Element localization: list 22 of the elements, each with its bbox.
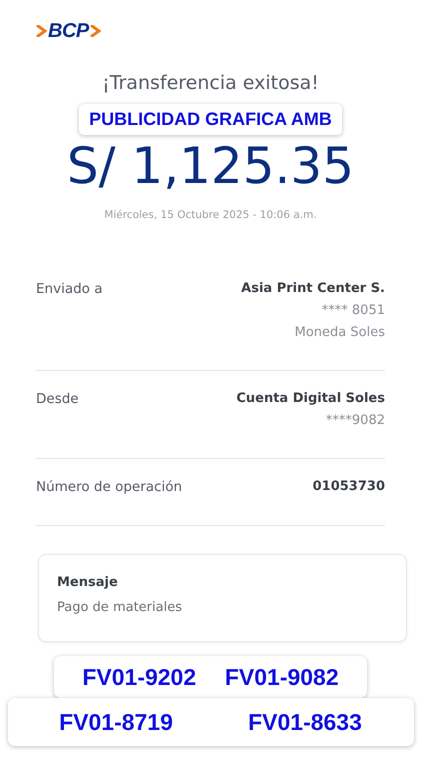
message-title: Mensaje <box>57 575 119 590</box>
invoice-number: FV01-9082 <box>224 664 339 690</box>
detail-label: Enviado a <box>36 281 102 299</box>
bank-logo: BCP <box>48 20 89 42</box>
overlay-label: PUBLICIDAD GRAFICA AMB <box>79 104 342 135</box>
chevron-icon <box>36 25 47 37</box>
chevron-icon <box>90 25 101 37</box>
detail-extra: **** 8051 <box>322 303 385 318</box>
invoice-number: FV01-9202 <box>82 664 196 690</box>
success-title: ¡Transferencia exitosa! <box>101 72 320 94</box>
detail-value: 01053730 <box>312 479 385 494</box>
amount: S/ 1,125.35 <box>66 136 356 197</box>
detail-extra: ****9082 <box>326 413 385 428</box>
detail-label: Desde <box>36 391 79 409</box>
detail-value: Cuenta Digital Soles <box>236 391 385 406</box>
message-text: Pago de materiales <box>57 600 183 615</box>
invoice-number: FV01-8719 <box>59 708 173 736</box>
detail-extra: Moneda Soles <box>294 325 385 340</box>
transfer-date: Miércoles, 15 Octubre 2025 - 10:06 a.m. <box>103 209 318 221</box>
detail-label: Número de operación <box>36 479 182 495</box>
detail-value: Asia Print Center S. <box>241 281 385 296</box>
invoice-number: FV01-8633 <box>248 708 362 736</box>
